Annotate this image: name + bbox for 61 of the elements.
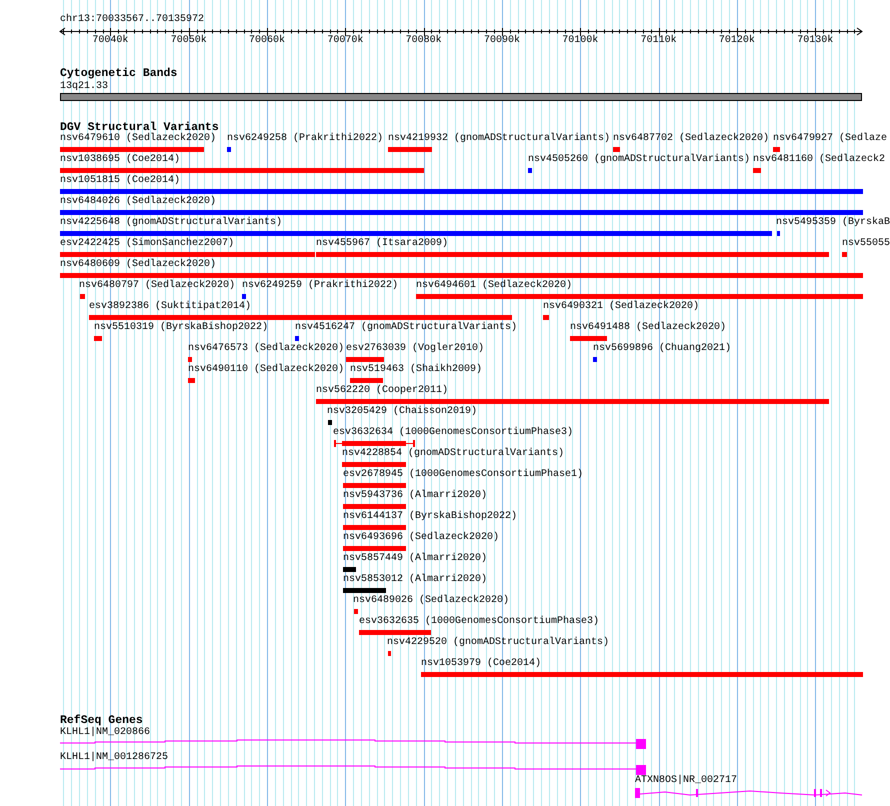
tick-label: 70040k [92,35,128,47]
variant-label: esv2678945 (1000GenomesConsortiumPhase1) [343,469,584,481]
variant-label: nsv6144137 (ByrskaBishop2022) [343,511,518,523]
variant-label: nsv6490110 (Sedlazeck2020) [188,364,344,376]
tick-label: 70130k [797,35,834,47]
variant-label: nsv5853012 (Almarri2020) [343,574,488,586]
tick-label: 70120k [718,35,755,47]
variant-label: nsv55055 [842,238,890,250]
variant-label: nsv6491488 (Sedlazeck2020) [570,322,726,334]
tick-label: 70050k [170,35,207,47]
variant-label: nsv1053979 (Coe2014) [421,658,542,670]
variant-label: nsv6249259 (Prakrithi2022) [242,280,398,292]
tick-label: 70090k [484,35,520,47]
variant-label: nsv6249258 (Prakrithi2022) [227,133,384,145]
variant-label: nsv6493696 (Sedlazeck2020) [343,532,500,544]
variant-label: nsv6487702 (Sedlazeck2020) [613,133,770,145]
variant-label: nsv4228854 (gnomADStructuralVariants) [342,448,564,460]
tick-label: 70110k [640,35,677,47]
variant-label: esv3892386 (Suktitipat2014) [89,301,252,313]
gene-label: KLHL1|NM_001286725 [60,752,168,764]
variant-label: nsv5943736 (Almarri2020) [343,490,488,502]
variant-label: nsv5495359 (ByrskaB [776,217,890,229]
variant-label: nsv6481160 (Sedlazeck2 [753,154,886,166]
gene-label: KLHL1|NM_020866 [60,727,150,739]
track-title: RefSeq Genes [60,715,143,727]
variant-label: nsv1051815 (Coe2014) [60,175,180,187]
track-title: Cytogenetic Bands [60,68,178,80]
band-label: 13q21.33 [60,81,108,93]
variant-label: nsv6479927 (Sedlaze [773,133,888,145]
variant-label: esv3632635 (1000GenomesConsortiumPhase3) [359,616,600,628]
variant-label: nsv5857449 (Almarri2020) [343,553,488,565]
variant-label: nsv6479610 (Sedlazeck2020) [60,133,216,145]
variant-label: nsv3205429 (Chaisson2019) [327,406,478,418]
tick-label: 70080k [406,35,442,47]
variant-label: esv3632634 (1000GenomesConsortiumPhase3) [333,427,574,439]
variant-label: esv2763039 (Vogler2010) [346,343,484,355]
variant-label: nsv4505260 (gnomADStructuralVariants) [528,154,750,166]
variant-label: nsv519463 (Shaikh2009) [350,364,482,376]
variant-label: nsv4229520 (gnomADStructuralVariants) [387,637,610,649]
variant-label: nsv4516247 (gnomADStructuralVariants) [295,322,518,334]
variant-label: esv2422425 (SimonSanchez2007) [60,238,234,250]
variant-label: nsv6494601 (Sedlazeck2020) [416,280,572,292]
variant-label: nsv562220 (Cooper2011) [316,385,448,397]
variant-label: nsv4225648 (gnomADStructuralVariants) [60,217,282,229]
variant-label: nsv5510319 (ByrskaBishop2022) [94,322,268,334]
tick-label: 70060k [249,35,285,47]
tick-label: 70070k [327,35,364,47]
variant-label: nsv4219932 (gnomADStructuralVariants) [388,133,610,145]
variant-label: nsv6484026 (Sedlazeck2020) [60,196,216,208]
variant-label: nsv6480609 (Sedlazeck2020) [60,259,216,271]
track-title: DGV Structural Variants [60,122,219,134]
variant-label: nsv455967 (Itsara2009) [316,238,448,250]
gene-label: ATXN8OS|NR_002717 [635,775,738,787]
tick-label: 70100k [562,35,598,47]
variant-label: nsv6476573 (Sedlazeck2020) [188,343,344,355]
location-label: chr13:70033567..70135972 [60,14,204,26]
variant-label: nsv6490321 (Sedlazeck2020) [543,301,700,313]
variant-label: nsv6489026 (Sedlazeck2020) [353,595,510,607]
variant-label: nsv5699896 (Chuang2021) [593,343,732,355]
variant-label: nsv6480797 (Sedlazeck2020) [79,280,236,292]
variant-label: nsv1038695 (Coe2014) [60,154,180,166]
